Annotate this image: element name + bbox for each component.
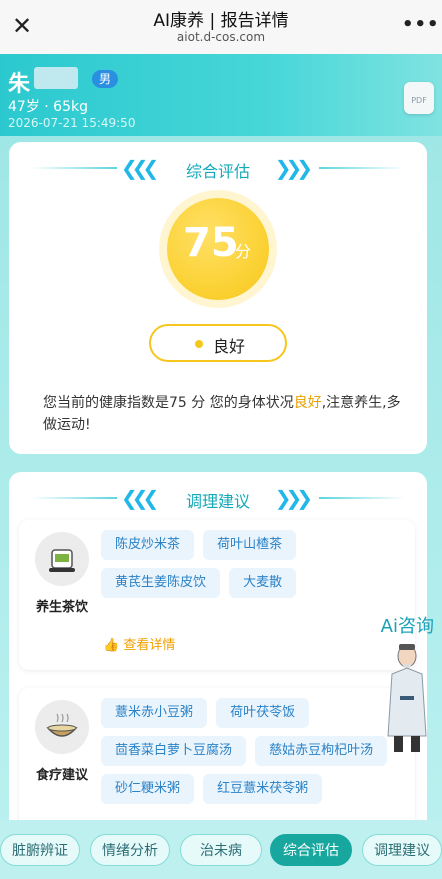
bottom-tab-bar: 脏腑辨证 情绪分析 治未病 综合评估 调理建议 (0, 820, 442, 879)
pdf-icon: PDF (411, 96, 427, 105)
report-content[interactable]: ❮❮❮ 综合评估 ❯❯❯ 75 分 良好 您当前的健康指数是75 分 您的身体状… (0, 136, 442, 820)
gender-badge: 男 (92, 70, 118, 88)
tag-item[interactable]: 茴香菜白萝卜豆腐汤 (101, 736, 247, 766)
tab-overall-assessment[interactable]: 综合评估 (270, 834, 352, 866)
title-bar: ✕ AI康养 | 报告详情 aiot.d-cos.com ••• (0, 0, 442, 54)
section-title: 调理建议 (185, 492, 250, 511)
more-icon[interactable]: ••• (402, 14, 439, 36)
tag-item[interactable]: 荷叶山楂茶 (203, 530, 297, 560)
status-text: 良好 (213, 337, 246, 356)
score-value: 75 (183, 220, 239, 266)
tag-list: 陈皮炒米茶 荷叶山楂茶 黄芪生姜陈皮饮 大麦散 (101, 530, 411, 606)
page-url: aiot.d-cos.com (176, 30, 266, 44)
section-header: ❮❮❮ 综合评估 ❯❯❯ (9, 156, 427, 181)
score-unit: 分 (235, 242, 252, 261)
chevron-right-icon: ❯❯❯ (274, 156, 313, 180)
user-name: 朱 (8, 72, 31, 97)
tag-item[interactable]: 红豆薏米茯苓粥 (203, 774, 323, 804)
age-weight: 47岁 · 65kg (8, 99, 88, 115)
tag-item[interactable]: 砂仁粳米粥 (101, 774, 195, 804)
summary-text: 您当前的健康指数是75 分 您的身体状况良好,注意养生,多做运动! (43, 392, 403, 436)
tab-emotion-analysis[interactable]: 情绪分析 (90, 834, 170, 866)
advice-item-diet: 食疗建议 薏米赤小豆粥 荷叶茯苓饭 茴香菜白萝卜豆腐汤 慈姑赤豆枸杞叶汤 砂仁粳… (19, 688, 415, 820)
tag-item[interactable]: 黄芪生姜陈皮饮 (101, 568, 221, 598)
section-title: 综合评估 (185, 162, 250, 181)
tag-item[interactable]: 慈姑赤豆枸杞叶汤 (255, 736, 388, 766)
report-datetime: 2026-07-21 15:49:50 (8, 116, 136, 130)
status-dot-icon (195, 340, 203, 348)
tab-prevention[interactable]: 治未病 (180, 834, 262, 866)
view-details-link[interactable]: 👍 查看详情 (103, 634, 175, 653)
score-circle: 75 分 (167, 198, 269, 300)
teapot-icon (35, 532, 89, 586)
tag-list: 薏米赤小豆粥 荷叶茯苓饭 茴香菜白萝卜豆腐汤 慈姑赤豆枸杞叶汤 砂仁粳米粥 红豆… (101, 698, 411, 812)
view-details-label: 查看详情 (123, 638, 176, 653)
tab-organ-diagnosis[interactable]: 脏腑辨证 (0, 834, 80, 866)
page-title: AI康养 | 报告详情 (153, 11, 289, 31)
advice-label: 养生茶饮 (35, 600, 88, 615)
section-header: ❮❮❮ 调理建议 ❯❯❯ (9, 486, 427, 511)
name-redaction (34, 67, 78, 89)
overall-assessment-card: ❮❮❮ 综合评估 ❯❯❯ 75 分 良好 您当前的健康指数是75 分 您的身体状… (9, 142, 427, 454)
summary-highlight: 良好 (293, 395, 322, 411)
tag-item[interactable]: 大麦散 (229, 568, 297, 598)
user-header: 朱 男 47岁 · 65kg 2026-07-21 15:49:50 PDF (0, 54, 442, 136)
bowl-icon (35, 700, 89, 754)
tab-advice[interactable]: 调理建议 (362, 834, 442, 866)
divider-line (319, 167, 405, 169)
tag-item[interactable]: 荷叶茯苓饭 (216, 698, 310, 728)
advice-item-tea: 养生茶饮 陈皮炒米茶 荷叶山楂茶 黄芪生姜陈皮饮 大麦散 👍 查看详情 (19, 520, 415, 670)
thumb-icon: 👍 (103, 638, 124, 653)
divider-line (319, 497, 405, 499)
tag-item[interactable]: 薏米赤小豆粥 (101, 698, 208, 728)
advice-label: 食疗建议 (35, 768, 88, 783)
tag-item[interactable]: 陈皮炒米茶 (101, 530, 195, 560)
ai-consult-label[interactable]: Ai咨询 (381, 612, 434, 638)
summary-part: 您当前的健康指数是75 分 您的身体状况 (43, 395, 294, 411)
chevron-right-icon: ❯❯❯ (274, 486, 313, 510)
ai-assistant-avatar[interactable] (380, 640, 434, 760)
advice-card: ❮❮❮ 调理建议 ❯❯❯ 养生茶饮 陈皮炒米茶 荷叶山楂茶 黄芪生姜陈皮饮 大麦… (9, 472, 427, 820)
status-badge: 良好 (149, 324, 287, 362)
pdf-download-button[interactable]: PDF (404, 82, 434, 114)
